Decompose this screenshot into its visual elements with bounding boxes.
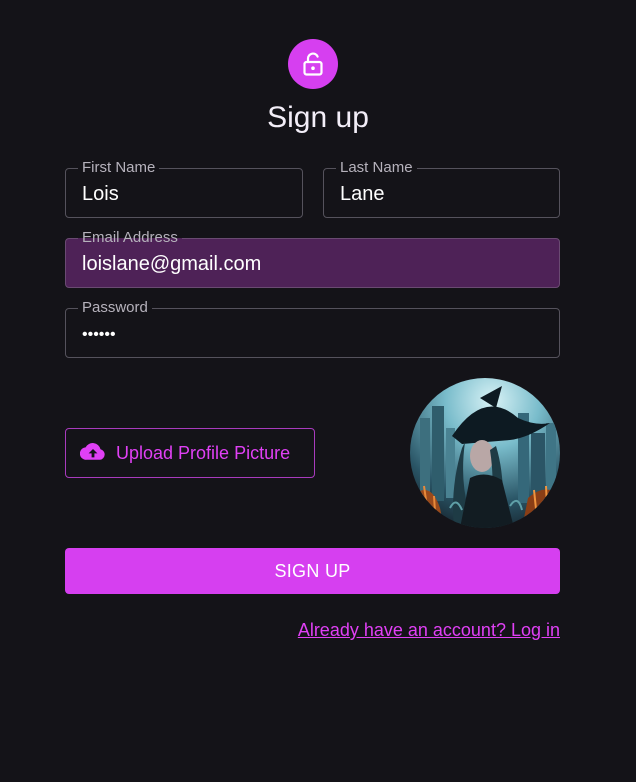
email-value[interactable]: loislane@gmail.com bbox=[82, 252, 261, 276]
email-label: Email Address bbox=[78, 229, 182, 247]
password-label: Password bbox=[78, 299, 152, 317]
login-link[interactable]: Already have an account? Log in bbox=[298, 619, 560, 641]
first-name-label: First Name bbox=[78, 159, 160, 177]
page-title: Sign up bbox=[267, 101, 369, 134]
password-field[interactable]: Password •••••• bbox=[65, 299, 560, 358]
upload-button-label: Upload Profile Picture bbox=[116, 442, 291, 463]
lock-open-icon bbox=[288, 39, 338, 89]
last-name-label: Last Name bbox=[336, 159, 417, 177]
password-value[interactable]: •••••• bbox=[82, 323, 116, 347]
first-name-value[interactable]: Lois bbox=[82, 182, 119, 206]
sign-up-button-label: SIGN UP bbox=[274, 560, 351, 581]
first-name-field[interactable]: First Name Lois bbox=[65, 159, 303, 218]
last-name-field[interactable]: Last Name Lane bbox=[323, 159, 560, 218]
upload-profile-picture-button[interactable]: Upload Profile Picture bbox=[65, 428, 315, 478]
last-name-value[interactable]: Lane bbox=[340, 182, 385, 206]
email-field[interactable]: Email Address loislane@gmail.com bbox=[65, 229, 560, 288]
cloud-upload-icon bbox=[79, 441, 106, 466]
profile-picture-avatar bbox=[410, 378, 560, 528]
signup-page: Sign up First Name Lois Last Name Lane E… bbox=[0, 0, 636, 782]
sign-up-button[interactable]: SIGN UP bbox=[65, 548, 560, 594]
